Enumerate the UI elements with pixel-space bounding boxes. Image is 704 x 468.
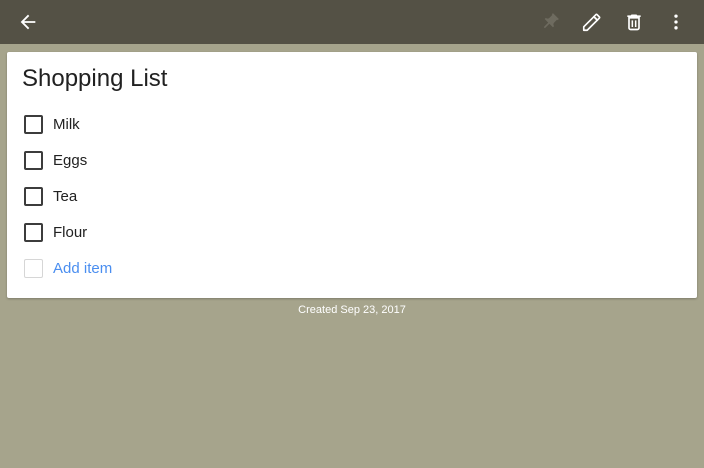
add-item-row[interactable]: Add item — [24, 256, 112, 280]
list-item[interactable]: Flour — [24, 220, 87, 244]
more-options-button[interactable] — [660, 6, 692, 38]
note-card: Shopping List Milk Eggs Tea Flour Add it… — [7, 52, 697, 298]
top-toolbar — [0, 0, 704, 44]
item-label[interactable]: Milk — [53, 116, 80, 133]
item-checkbox[interactable] — [24, 222, 43, 242]
list-item[interactable]: Milk — [24, 112, 80, 136]
list-item[interactable]: Tea — [24, 184, 77, 208]
item-label[interactable]: Flour — [53, 224, 87, 241]
item-checkbox[interactable] — [24, 114, 43, 134]
list-item[interactable]: Eggs — [24, 148, 87, 172]
edit-button[interactable] — [576, 6, 608, 38]
arrow-left-icon — [17, 11, 39, 33]
back-button[interactable] — [12, 6, 44, 38]
item-label[interactable]: Eggs — [53, 152, 87, 169]
add-item-input[interactable]: Add item — [53, 260, 112, 277]
note-title[interactable]: Shopping List — [22, 65, 167, 93]
item-checkbox[interactable] — [24, 150, 43, 170]
more-vertical-icon — [666, 12, 686, 32]
item-label[interactable]: Tea — [53, 188, 77, 205]
add-item-checkbox — [24, 258, 43, 278]
pencil-icon — [581, 11, 603, 33]
trash-icon — [624, 12, 644, 32]
pin-button[interactable] — [534, 6, 566, 38]
delete-button[interactable] — [618, 6, 650, 38]
item-checkbox[interactable] — [24, 186, 43, 206]
pin-icon — [540, 12, 560, 32]
created-timestamp: Created Sep 23, 2017 — [298, 304, 406, 316]
